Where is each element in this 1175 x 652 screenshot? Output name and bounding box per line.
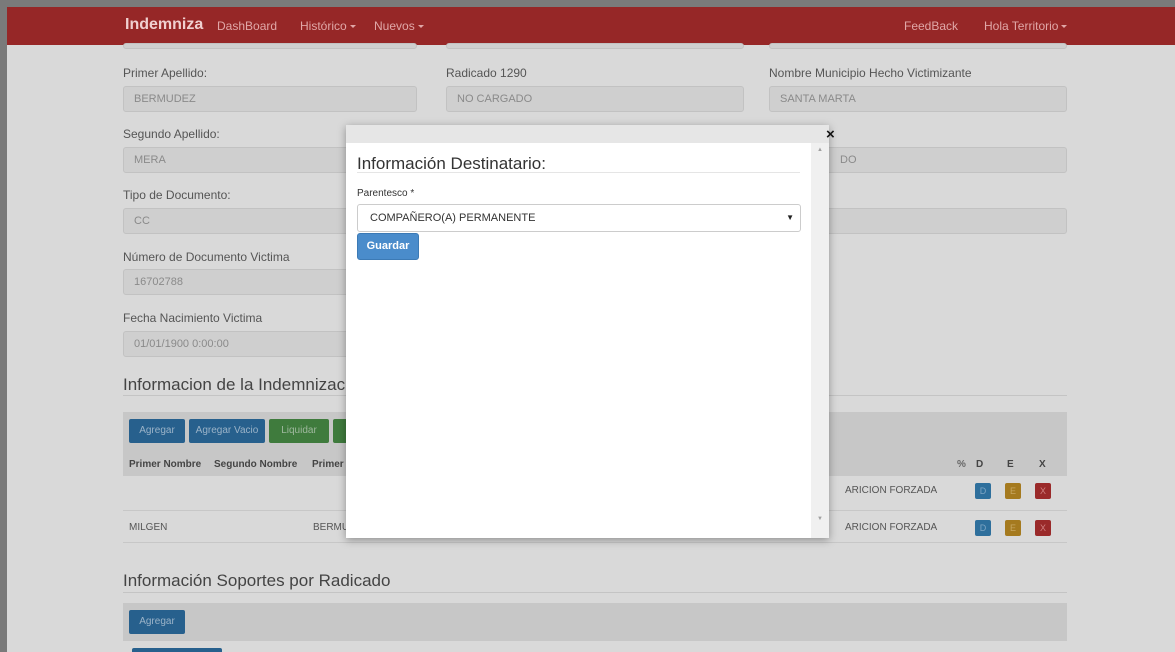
th-e: E	[1007, 459, 1014, 470]
modal-scrollbar[interactable]: ▲ ▼	[811, 143, 829, 538]
nav-nuevos[interactable]: Nuevos	[374, 19, 424, 33]
nav-nuevos-label: Nuevos	[374, 19, 415, 33]
th-primer-apellido: Primer	[312, 459, 344, 470]
destinatario-modal: Información Destinatario: Parentesco * C…	[346, 125, 829, 538]
row-detail-button[interactable]: D	[975, 520, 991, 536]
caret-down-icon	[349, 25, 356, 29]
field-radicado[interactable]: NO CARGADO	[446, 86, 744, 112]
parentesco-select[interactable]: COMPAÑERO(A) PERMANENTE ▼	[357, 204, 801, 232]
section-title-indemnizacion: Informacion de la Indemnizac	[123, 375, 346, 394]
th-x: X	[1039, 459, 1046, 470]
agregar-button[interactable]: Agregar	[129, 419, 185, 443]
brand-logo[interactable]: Indemniza	[125, 16, 203, 34]
th-d: D	[976, 459, 984, 470]
field-above-partial	[446, 43, 744, 49]
row-edit-button[interactable]: E	[1005, 520, 1021, 536]
row-divider	[123, 542, 1067, 543]
caret-down-icon	[417, 25, 424, 29]
liquidar-button[interactable]: Liquidar	[269, 419, 329, 443]
section-divider	[123, 592, 1067, 593]
row-delete-button[interactable]: X	[1035, 483, 1051, 499]
cell-primer-apellido: BERMU	[313, 522, 350, 533]
cell-primer-nombre: MILGEN	[129, 522, 168, 533]
close-icon[interactable]: ×	[826, 127, 835, 143]
label-primer-apellido: Primer Apellido:	[123, 66, 208, 80]
modal-title: Información Destinatario:	[357, 154, 546, 173]
nav-historico-label: Histórico	[300, 19, 347, 33]
th-segundo-nombre: Segundo Nombre	[214, 459, 298, 470]
soportes-toolbar	[123, 603, 1067, 641]
section-title-soportes: Información Soportes por Radicado	[123, 571, 391, 590]
label-numero-documento: Número de Documento Victima	[123, 250, 290, 264]
parentesco-selected-value: COMPAÑERO(A) PERMANENTE	[370, 212, 536, 224]
soportes-agregar-button[interactable]: Agregar	[129, 610, 185, 634]
scroll-up-icon[interactable]: ▲	[817, 147, 823, 153]
scroll-down-icon[interactable]: ▼	[817, 516, 823, 522]
label-radicado: Radicado 1290	[446, 66, 527, 80]
label-segundo-apellido: Segundo Apellido:	[123, 127, 220, 141]
row-edit-button[interactable]: E	[1005, 483, 1021, 499]
modal-divider	[357, 172, 800, 173]
field-above-partial	[769, 43, 1067, 49]
nav-user-menu[interactable]: Hola Territorio	[984, 19, 1068, 33]
dropdown-arrow-icon: ▼	[786, 213, 794, 222]
top-navbar: Indemniza DashBoard Histórico Nuevos Fee…	[7, 7, 1175, 45]
th-primer-nombre: Primer Nombre	[129, 459, 202, 470]
partial-blue-button[interactable]	[132, 648, 222, 652]
nav-feedback[interactable]: FeedBack	[904, 19, 958, 33]
row-detail-button[interactable]: D	[975, 483, 991, 499]
guardar-button[interactable]: Guardar	[357, 233, 419, 260]
nav-dashboard[interactable]: DashBoard	[217, 19, 277, 33]
label-municipio: Nombre Municipio Hecho Victimizante	[769, 66, 972, 80]
label-fecha-nacimiento: Fecha Nacimiento Victima	[123, 311, 263, 325]
cell-hecho: ARICION FORZADA	[845, 485, 938, 496]
nav-user-label: Hola Territorio	[984, 19, 1059, 33]
field-above-partial	[123, 43, 417, 49]
label-tipo-documento: Tipo de Documento:	[123, 188, 231, 202]
cell-hecho: ARICION FORZADA	[845, 522, 938, 533]
caret-down-icon	[1061, 25, 1068, 29]
field-municipio[interactable]: SANTA MARTA	[769, 86, 1067, 112]
modal-titlebar	[346, 125, 829, 143]
field-primer-apellido[interactable]: BERMUDEZ	[123, 86, 417, 112]
row-delete-button[interactable]: X	[1035, 520, 1051, 536]
nav-historico[interactable]: Histórico	[300, 19, 356, 33]
parentesco-label: Parentesco *	[357, 188, 415, 199]
agregar-vacio-button[interactable]: Agregar Vacio	[189, 419, 265, 443]
th-percent: %	[957, 459, 966, 470]
